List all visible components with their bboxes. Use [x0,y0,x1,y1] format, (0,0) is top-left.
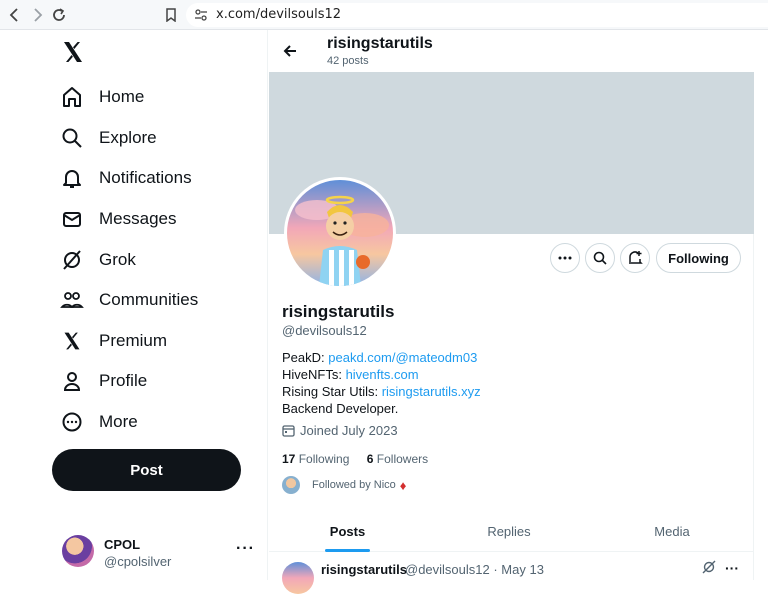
sidebar-item-messages[interactable]: Messages [58,203,176,235]
bookmark-icon[interactable] [160,4,182,26]
left-sidebar: Home Explore Notifications Messages Grok… [0,30,268,580]
search-profile-button[interactable] [585,243,615,273]
site-settings-icon[interactable] [194,8,208,27]
sidebar-item-home[interactable]: Home [58,81,144,113]
diamond-icon: ♦ [399,477,407,493]
reload-icon[interactable] [48,4,70,26]
bio-link[interactable]: risingstarutils.xyz [382,384,481,399]
sidebar-item-label: Explore [99,128,157,147]
grok-icon [58,246,86,274]
x-logo-icon [58,327,86,355]
bio-line: PeakD: peakd.com/@mateodm03 [282,350,478,365]
account-handle: @cpolsilver [104,554,172,569]
bio-link[interactable]: peakd.com/@mateodm03 [328,350,477,365]
more-icon[interactable]: ··· [725,560,739,576]
home-icon [58,83,86,111]
post-meta: @devilsouls12 · May 13 [405,562,544,577]
grok-icon[interactable] [702,560,716,579]
calendar-icon [282,424,295,437]
more-options-button[interactable] [550,243,580,273]
back-arrow-icon[interactable] [279,40,301,62]
bio-line: Backend Developer. [282,401,399,416]
main-column: risingstarutils 42 posts Following risin… [269,30,754,594]
follow-stats: 17 Following 6 Followers [282,452,428,466]
notify-bell-button[interactable] [620,243,650,273]
sidebar-item-communities[interactable]: Communities [58,284,198,316]
avatar [282,562,314,594]
sidebar-item-grok[interactable]: Grok [58,244,136,276]
sidebar-item-label: Premium [99,331,168,350]
back-icon[interactable] [4,4,26,26]
sidebar-item-more[interactable]: More [58,406,138,438]
tab-posts[interactable]: Posts [325,510,370,552]
people-icon [58,286,86,314]
avatar [62,535,94,567]
url-text: x.com/devilsouls12 [216,7,342,22]
sidebar-item-explore[interactable]: Explore [58,122,157,154]
post-item[interactable]: risingstarutils @devilsouls12 · May 13 ·… [269,552,754,594]
profile-avatar[interactable] [284,177,396,289]
sidebar-item-notifications[interactable]: Notifications [58,162,192,194]
profile-header: risingstarutils 42 posts [269,30,754,72]
post-button[interactable]: Post [52,449,241,491]
posts-count: 42 posts [327,55,369,67]
bio-line: HiveNFTs: hivenfts.com [282,367,419,382]
followers-link[interactable]: 6 Followers [367,452,428,466]
sidebar-item-label: Communities [99,290,199,309]
x-logo-icon[interactable] [61,40,85,64]
post-author-name: risingstarutils [321,562,407,577]
sidebar-item-profile[interactable]: Profile [58,365,147,397]
account-name: CPOL [104,537,141,552]
sidebar-item-label: Messages [99,209,177,228]
tab-media[interactable]: Media [647,510,697,552]
joined-date: Joined July 2023 [282,423,398,438]
bio-line: Rising Star Utils: risingstarutils.xyz [282,384,481,399]
sidebar-item-label: Home [99,87,145,106]
account-switcher[interactable]: CPOL @cpolsilver ··· [58,530,258,574]
profile-handle: @devilsouls12 [282,323,367,338]
following-link[interactable]: 17 Following [282,452,349,466]
sidebar-item-label: Notifications [99,168,192,187]
profile-bio: PeakD: peakd.com/@mateodm03 HiveNFTs: hi… [282,349,481,417]
more-circle-icon [58,408,86,436]
envelope-icon [58,205,86,233]
person-icon [58,367,86,395]
sidebar-item-label: More [99,412,138,431]
profile-tabs: Posts Replies Media [269,510,754,552]
sidebar-item-premium[interactable]: Premium [58,325,167,357]
tab-replies[interactable]: Replies [479,510,539,552]
more-icon[interactable]: ··· [236,540,255,558]
avatar [282,476,300,494]
forward-icon[interactable] [26,4,48,26]
following-button[interactable]: Following [656,243,741,273]
page-title: risingstarutils [327,35,433,52]
browser-toolbar: x.com/devilsouls12 [0,0,768,30]
sidebar-item-label: Profile [99,371,148,390]
sidebar-item-label: Grok [99,250,136,269]
search-icon [58,124,86,152]
bell-icon [58,164,86,192]
profile-name: risingstarutils [282,302,395,321]
followed-by[interactable]: Followed by Nico ♦ [282,476,406,494]
address-bar[interactable]: x.com/devilsouls12 [186,3,768,27]
bio-link[interactable]: hivenfts.com [346,367,419,382]
